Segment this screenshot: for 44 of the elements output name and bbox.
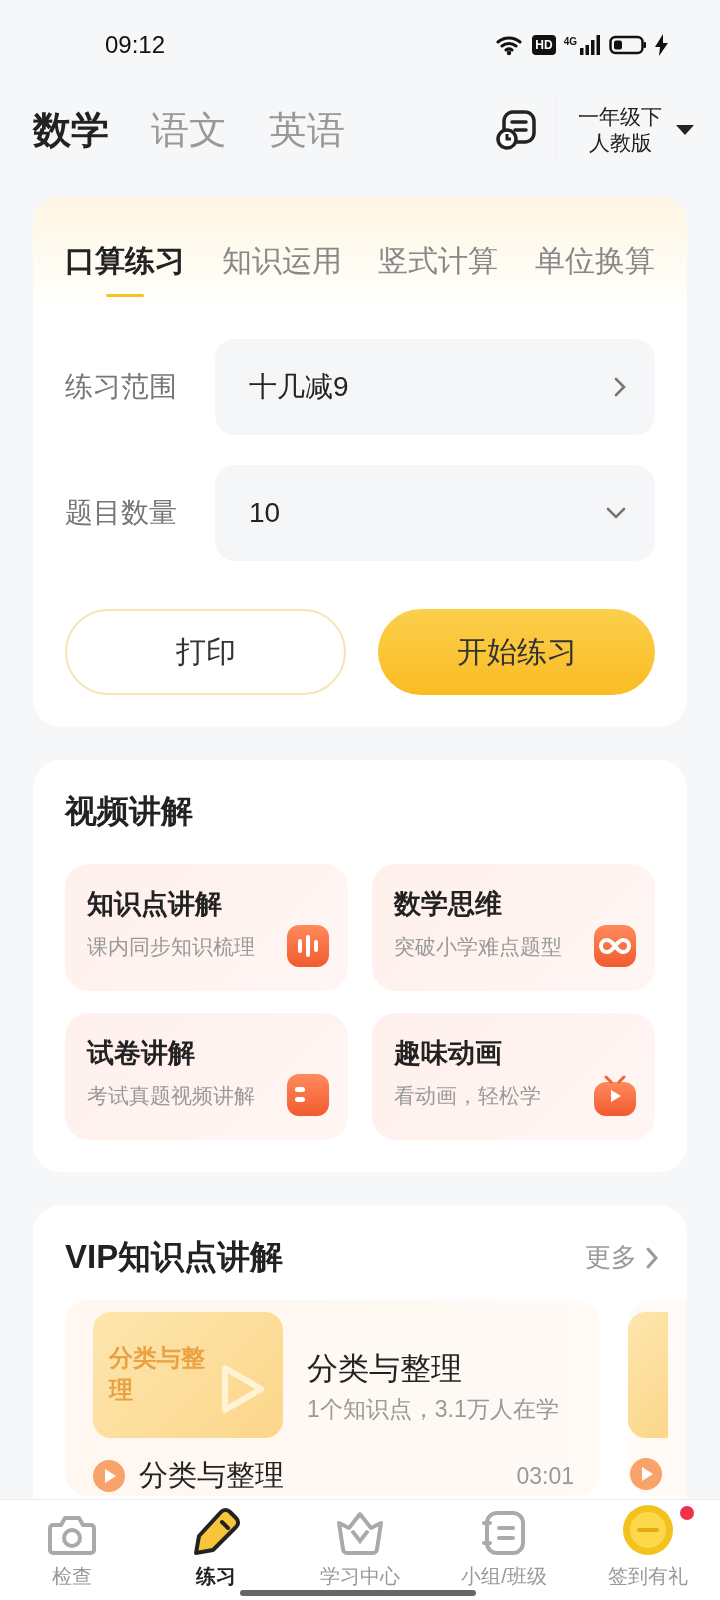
practice-tab[interactable]: 口算练习 — [65, 241, 185, 297]
tab-indicator — [106, 294, 144, 297]
battery-icon — [609, 35, 647, 55]
thumbnail-title: 分类与整理 — [109, 1343, 206, 1405]
section-title: 视频讲解 — [65, 792, 194, 831]
infinity-icon — [593, 924, 637, 970]
play-icon — [93, 1460, 125, 1492]
course-title: 分类与整理 — [307, 1349, 463, 1388]
course-meta: 1个知识点，3.1万人在学 — [307, 1394, 559, 1424]
range-selector[interactable]: 十几减9 — [215, 339, 655, 435]
chevron-right-icon — [613, 376, 627, 398]
field-label: 题目数量 — [65, 496, 178, 530]
section-title: VIP知识点讲解 — [65, 1237, 284, 1277]
grade-selector[interactable]: 一年级下 人教版 — [578, 104, 694, 156]
network-badge: HD — [532, 35, 556, 55]
lesson-duration: 03:01 — [516, 1462, 574, 1490]
play-icon — [221, 1364, 265, 1414]
chevron-right-icon — [645, 1245, 659, 1270]
clock-time: 09:12 — [105, 31, 166, 59]
audio-icon — [286, 924, 330, 970]
paper-icon — [286, 1073, 330, 1119]
video-tile[interactable]: 知识点讲解 课内同步知识梳理 — [65, 864, 348, 991]
nav-tab[interactable]: 练习 — [144, 1500, 288, 1600]
subject-tab[interactable]: 数学 — [33, 104, 109, 156]
field-label: 练习范围 — [65, 370, 178, 404]
print-button[interactable]: 打印 — [65, 609, 346, 695]
video-tile[interactable]: 试卷讲解 考试真题视频讲解 — [65, 1013, 348, 1140]
pencil-icon — [191, 1507, 241, 1557]
basket-icon — [335, 1509, 385, 1557]
camera-icon — [47, 1513, 97, 1557]
chevron-down-icon — [605, 506, 627, 520]
play-icon — [630, 1458, 662, 1490]
network-type: 4G — [563, 36, 577, 47]
tv-icon — [593, 1073, 637, 1119]
charging-icon — [655, 34, 668, 56]
start-button[interactable]: 开始练习 — [378, 609, 655, 695]
signal-icon — [579, 34, 601, 56]
coin-icon — [621, 1503, 675, 1557]
video-tile[interactable]: 数学思维 突破小学难点题型 — [372, 864, 655, 991]
caret-icon — [676, 124, 694, 136]
video-tile[interactable]: 趣味动画 看动画，轻松学 — [372, 1013, 655, 1140]
count-dropdown[interactable]: 10 — [215, 465, 655, 561]
lesson-title[interactable]: 分类与整理 — [139, 1456, 503, 1496]
history-icon[interactable] — [495, 109, 537, 151]
